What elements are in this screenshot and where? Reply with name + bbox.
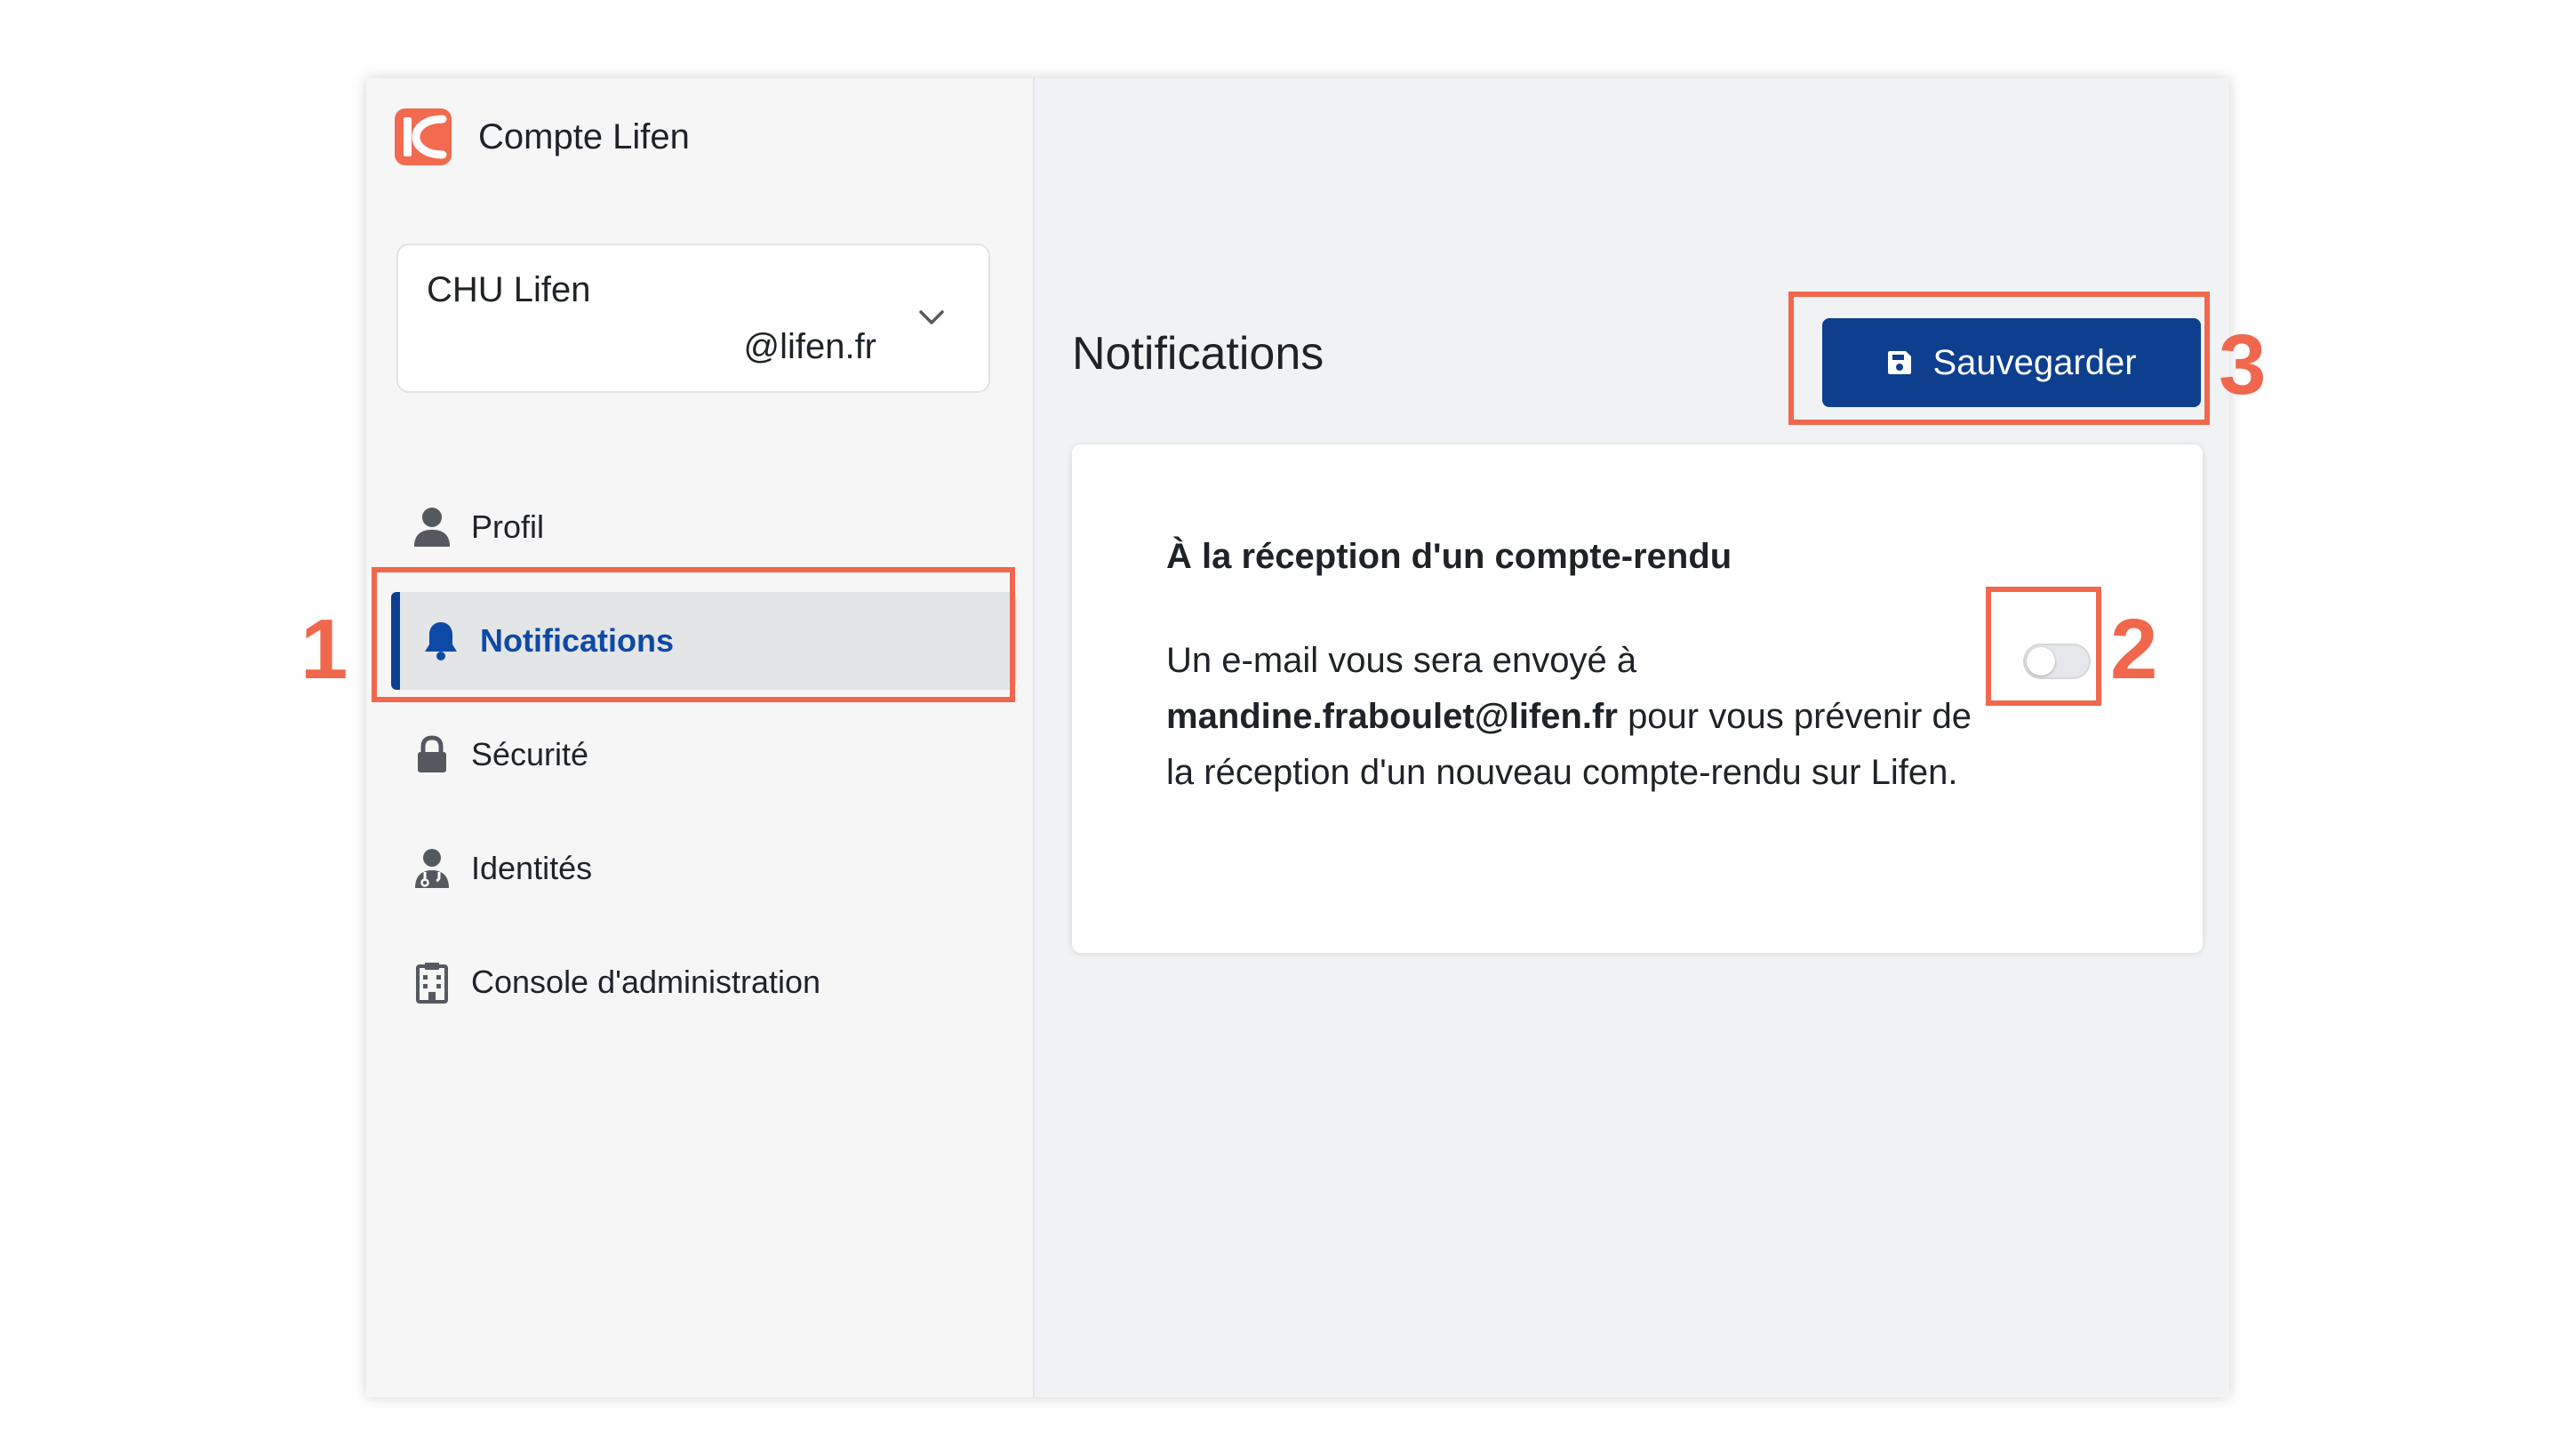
app-title: Compte Lifen	[478, 116, 690, 156]
sidebar-item-console-administration[interactable]: Console d'administration	[391, 933, 1017, 1031]
doctor-icon	[411, 847, 453, 890]
sidebar-item-label: Notifications	[480, 622, 675, 659]
recipient-email: mandine.fraboulet@lifen.fr	[1166, 697, 1618, 736]
user-icon	[411, 506, 453, 548]
sidebar-item-securite[interactable]: Sécurité	[391, 706, 1017, 804]
sidebar-item-label: Console d'administration	[471, 964, 821, 1000]
annotation-number-3: 3	[2219, 317, 2267, 412]
account-name: CHU Lifen	[427, 270, 591, 309]
bell-icon	[420, 620, 462, 662]
sidebar-item-label: Identités	[471, 850, 593, 886]
account-selector[interactable]: CHU Lifen @lifen.fr	[396, 244, 990, 393]
description-prefix: Un e-mail vous sera envoyé à	[1166, 641, 1637, 680]
setting-title: À la réception d'un compte-rendu	[1166, 537, 1732, 576]
account-email: @lifen.fr	[743, 327, 876, 366]
lifen-logo-icon	[395, 108, 452, 165]
save-button[interactable]: Sauvegarder	[1822, 318, 2201, 407]
sidebar-item-label: Sécurité	[471, 736, 589, 772]
building-icon	[411, 961, 453, 1004]
setting-description: Un e-mail vous sera envoyé à mandine.fra…	[1166, 633, 1984, 801]
app-window: Compte Lifen CHU Lifen @lifen.fr Profil …	[366, 78, 2229, 1397]
page-title: Notifications	[1072, 328, 1324, 380]
toggle-knob	[2027, 647, 2055, 676]
active-indicator	[391, 592, 400, 690]
save-button-label: Sauvegarder	[1932, 342, 2137, 382]
sidebar: Compte Lifen CHU Lifen @lifen.fr Profil …	[366, 78, 1035, 1397]
lock-icon	[411, 733, 453, 776]
notification-setting-card: À la réception d'un compte-rendu Un e-ma…	[1072, 444, 2203, 953]
brand: Compte Lifen	[395, 108, 690, 165]
sidebar-item-profil[interactable]: Profil	[391, 478, 1017, 576]
chevron-down-icon	[919, 310, 944, 324]
annotation-number-1: 1	[300, 602, 348, 697]
sidebar-item-notifications[interactable]: Notifications	[391, 592, 1017, 690]
email-notification-toggle[interactable]	[2023, 644, 2091, 679]
floppy-disk-icon	[1888, 351, 1912, 374]
sidebar-item-identites[interactable]: Identités	[391, 820, 1017, 917]
annotation-number-2: 2	[2110, 602, 2158, 697]
sidebar-item-label: Profil	[471, 508, 545, 545]
